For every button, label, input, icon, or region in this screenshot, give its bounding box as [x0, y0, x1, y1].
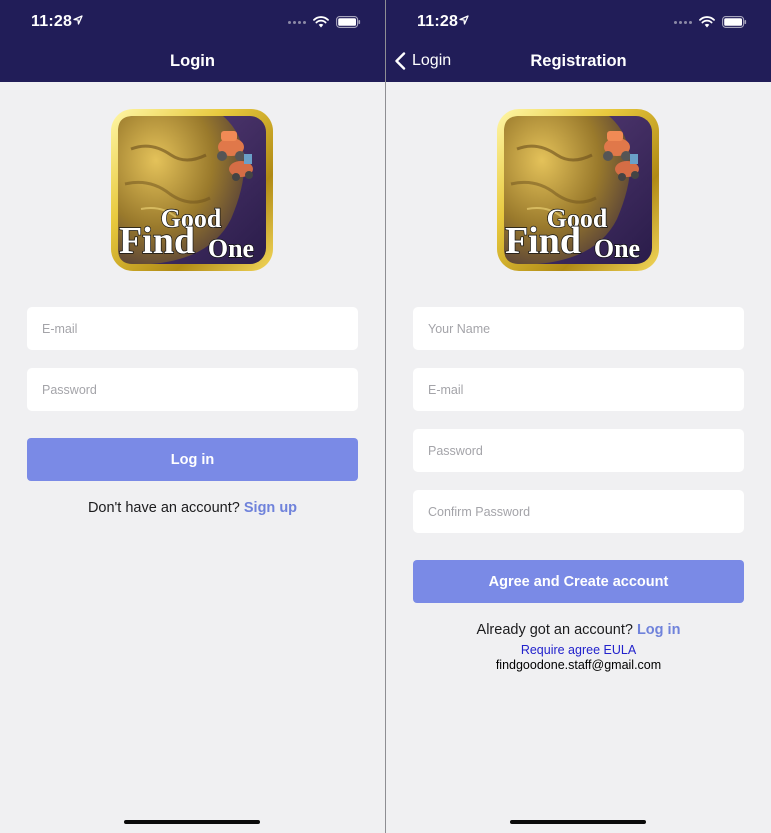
password-field[interactable]: Password — [27, 368, 358, 411]
eula-link[interactable]: Require agree EULA — [386, 643, 771, 657]
registration-screen: 11:28 Login Registration Your Name E-mai… — [386, 0, 771, 833]
app-logo — [497, 109, 659, 271]
battery-icon — [336, 16, 361, 28]
cellular-signal-icon — [674, 20, 692, 24]
create-account-button[interactable]: Agree and Create account — [413, 560, 744, 603]
email-placeholder: E-mail — [42, 321, 78, 336]
email-placeholder: E-mail — [428, 382, 464, 397]
name-field[interactable]: Your Name — [413, 307, 744, 350]
confirm-password-placeholder: Confirm Password — [428, 504, 531, 519]
page-title: Login — [170, 52, 215, 70]
status-time: 11:28 — [417, 13, 459, 30]
email-field[interactable]: E-mail — [413, 368, 744, 411]
login-screen: 11:28 Login E-mail Password Log in Don't… — [0, 0, 385, 833]
login-button[interactable]: Log in — [27, 438, 358, 481]
password-placeholder: Password — [42, 382, 97, 397]
login-link[interactable]: Log in — [637, 622, 681, 638]
confirm-password-field[interactable]: Confirm Password — [413, 490, 744, 533]
wifi-icon — [313, 16, 329, 28]
location-arrow-icon — [459, 15, 469, 25]
wifi-icon — [699, 16, 715, 28]
password-placeholder: Password — [428, 443, 483, 458]
name-placeholder: Your Name — [428, 321, 491, 336]
page-title: Registration — [530, 52, 627, 70]
password-field[interactable]: Password — [413, 429, 744, 472]
signup-link[interactable]: Sign up — [244, 500, 297, 516]
email-field[interactable]: E-mail — [27, 307, 358, 350]
login-prompt-text: Already got an account? — [476, 622, 633, 638]
location-arrow-icon — [73, 15, 83, 25]
home-indicator[interactable] — [510, 820, 646, 824]
navigation-bar: 11:28 Login — [0, 0, 385, 82]
navigation-bar: 11:28 Login Registration — [386, 0, 771, 82]
contact-email: findgoodone.staff@gmail.com — [495, 658, 662, 672]
signup-prompt: Don't have an account? Sign up — [0, 500, 385, 516]
battery-icon — [722, 16, 747, 28]
status-time: 11:28 — [31, 13, 73, 30]
cellular-signal-icon — [288, 20, 306, 24]
login-prompt: Already got an account? Log in — [386, 622, 771, 638]
app-logo — [111, 109, 273, 271]
signup-prompt-text: Don't have an account? — [87, 500, 240, 516]
home-indicator[interactable] — [124, 820, 260, 824]
